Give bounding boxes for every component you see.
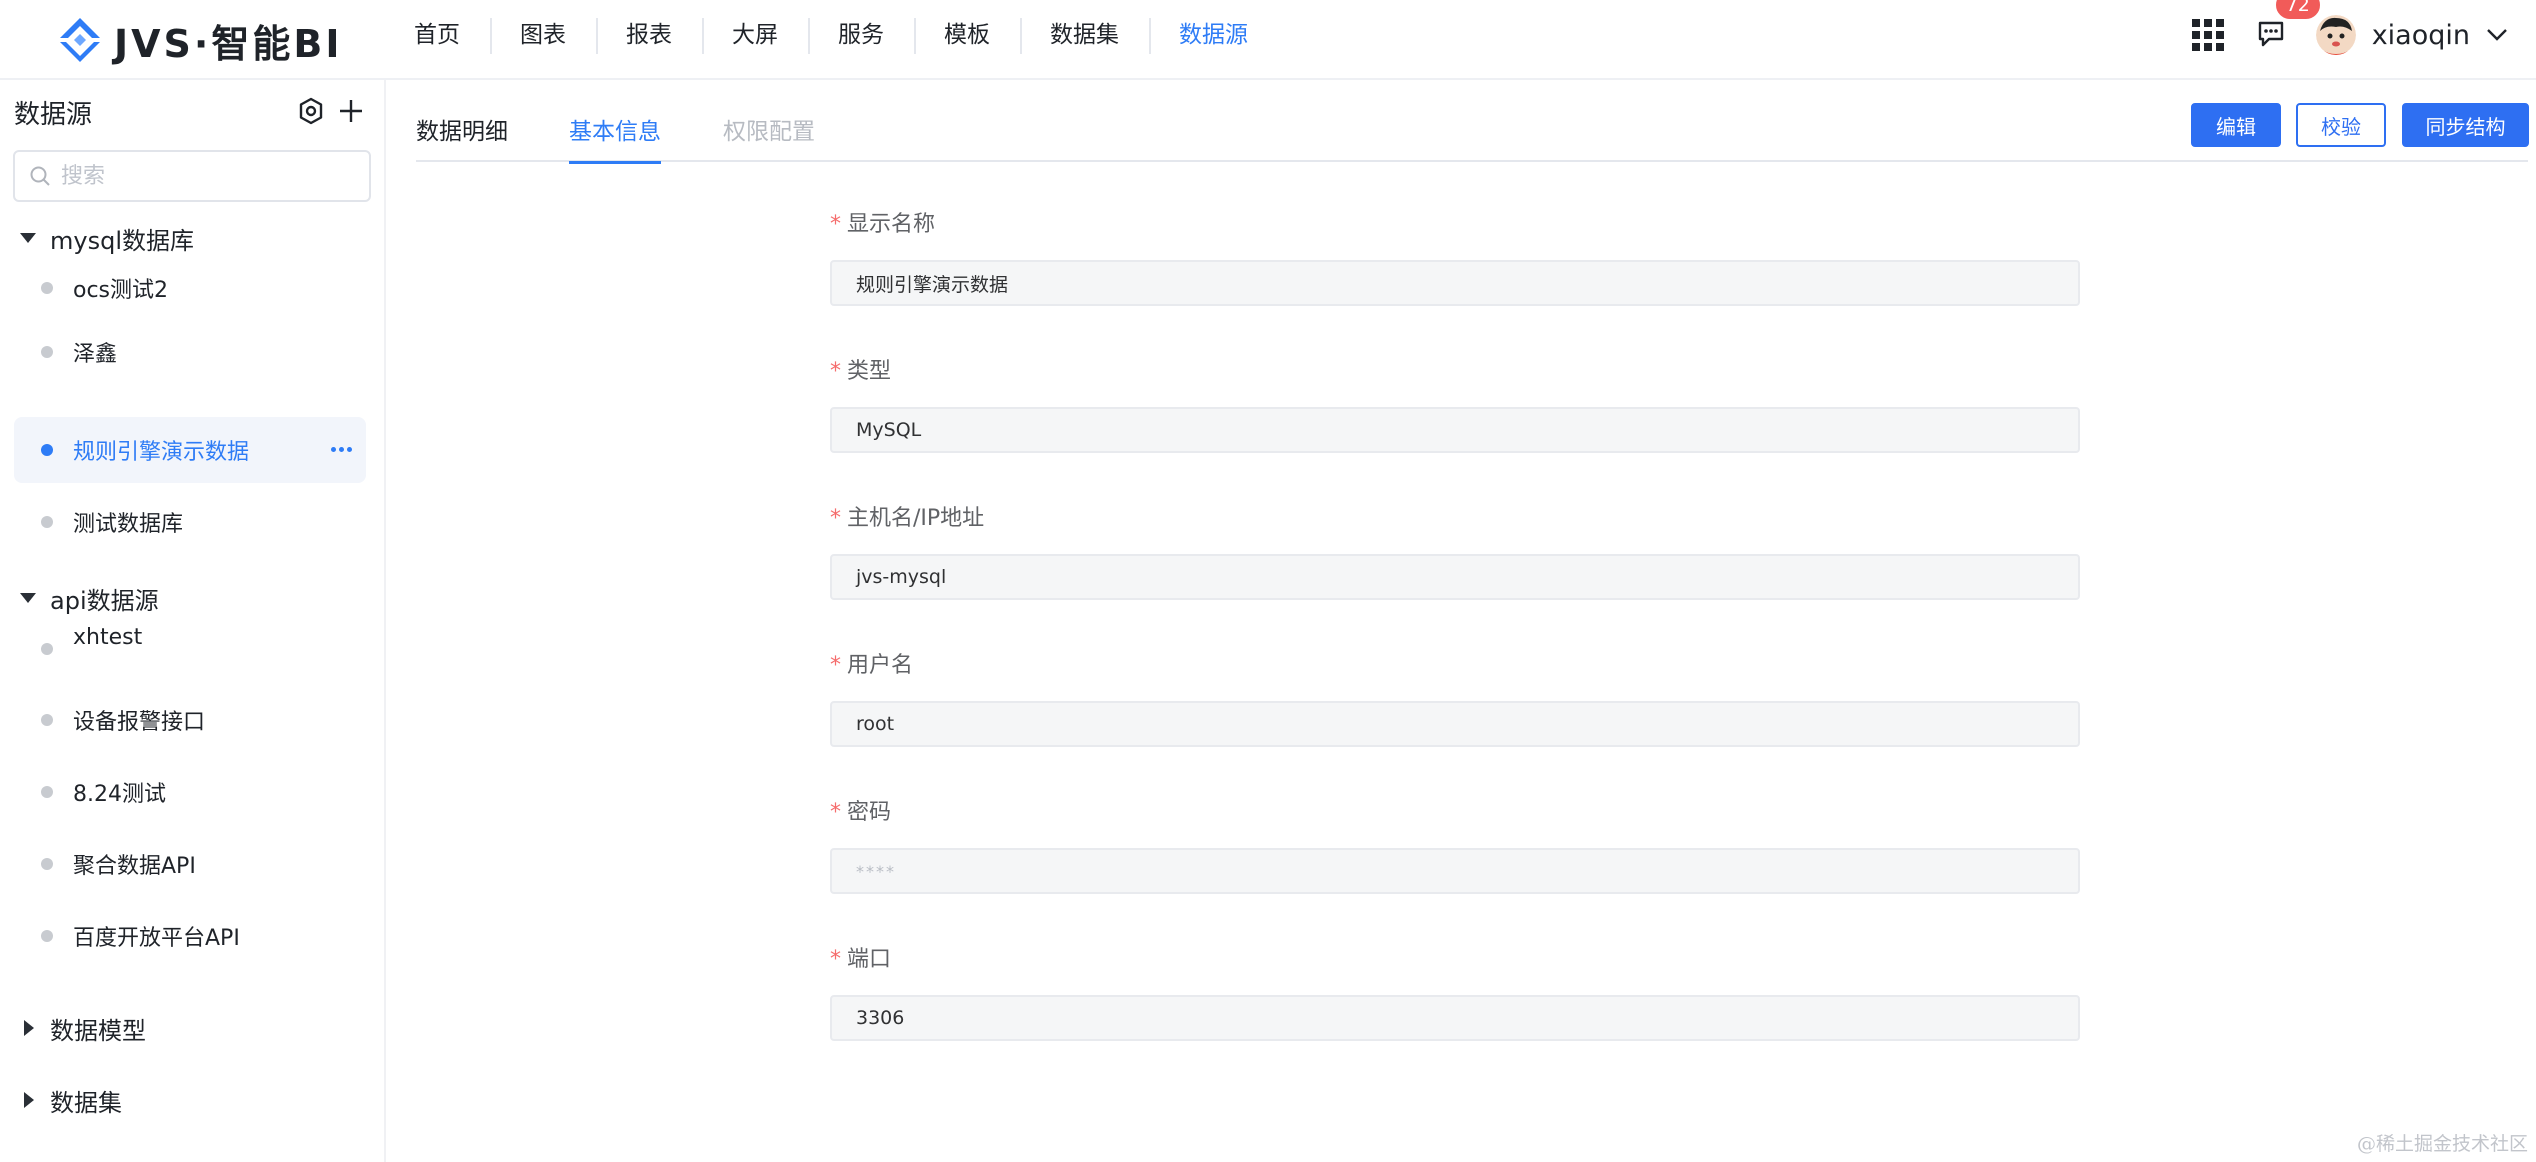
status-dot bbox=[41, 516, 53, 528]
field-label-display-name: * 显示名称 bbox=[830, 212, 936, 237]
tree-item-selected[interactable]: 规则引擎演示数据 bbox=[14, 417, 366, 483]
nav-home[interactable]: 首页 bbox=[384, 0, 490, 80]
caret-right-icon bbox=[24, 1020, 34, 1036]
nav-services[interactable]: 服务 bbox=[808, 0, 914, 80]
status-dot bbox=[41, 786, 53, 798]
caret-down-icon bbox=[20, 233, 36, 243]
field-label-port: * 端口 bbox=[830, 947, 892, 972]
nav-datasets[interactable]: 数据集 bbox=[1020, 0, 1149, 80]
tree-group-label: mysql数据库 bbox=[50, 226, 194, 255]
port-field[interactable]: 3306 bbox=[830, 995, 2080, 1041]
tree-item[interactable]: 测试数据库 bbox=[14, 489, 366, 555]
status-dot bbox=[41, 346, 53, 358]
logo[interactable]: JVS·智能BI bbox=[56, 10, 342, 70]
more-icon[interactable] bbox=[331, 447, 352, 452]
tree-item-label: 百度开放平台API bbox=[73, 926, 240, 951]
search-input[interactable] bbox=[61, 163, 351, 189]
tree-item-label: ocs测试2 bbox=[73, 278, 169, 303]
nav-reports[interactable]: 报表 bbox=[596, 0, 702, 80]
verify-button[interactable]: 校验 bbox=[2296, 103, 2386, 147]
tab-data-detail[interactable]: 数据明细 bbox=[416, 112, 508, 162]
tree-item-label: 规则引擎演示数据 bbox=[73, 440, 250, 465]
sidebar: 数据源 mysql数据库 ocs测试2 泽鑫 规则引擎演示数据 测试数据库 bbox=[0, 80, 386, 1162]
message-icon bbox=[2258, 21, 2283, 47]
apps-grid-icon[interactable] bbox=[2191, 19, 2224, 51]
tree-item[interactable]: 8.24测试 bbox=[14, 759, 366, 825]
tree-item[interactable]: 泽鑫 bbox=[14, 319, 366, 385]
field-label-host: * 主机名/IP地址 bbox=[830, 506, 985, 531]
sidebar-title: 数据源 bbox=[14, 100, 93, 130]
status-dot bbox=[41, 282, 53, 294]
search-icon bbox=[30, 166, 50, 186]
status-dot bbox=[41, 930, 53, 942]
header-tools: 72 xiaoqin bbox=[2191, 0, 2536, 70]
tree-group-label: 数据集 bbox=[50, 1088, 122, 1117]
tree-group-mysql[interactable]: mysql数据库 bbox=[0, 218, 194, 258]
edit-button[interactable]: 编辑 bbox=[2191, 103, 2281, 147]
type-field[interactable]: MySQL bbox=[830, 407, 2080, 453]
tree-group-dataset[interactable]: 数据集 bbox=[0, 1080, 122, 1120]
tree-item-label: 聚合数据API bbox=[73, 854, 196, 879]
caret-down-icon bbox=[20, 593, 36, 603]
field-label-password: * 密码 bbox=[830, 800, 892, 825]
tree-item[interactable]: 聚合数据API bbox=[14, 831, 366, 897]
username-field[interactable]: root bbox=[830, 701, 2080, 747]
nav-charts[interactable]: 图表 bbox=[490, 0, 596, 80]
watermark: @稀土掘金技术社区 bbox=[2356, 1133, 2528, 1155]
message-button[interactable]: 72 bbox=[2256, 0, 2322, 51]
tree-item-label: 设备报警接口 bbox=[73, 710, 206, 735]
sync-structure-button[interactable]: 同步结构 bbox=[2402, 103, 2529, 147]
logo-text: JVS·智能BI bbox=[114, 21, 343, 66]
tree-item-label: xhtest bbox=[73, 624, 143, 650]
tab-basic-info[interactable]: 基本信息 bbox=[569, 112, 661, 164]
gear-icon[interactable] bbox=[296, 96, 326, 126]
tree-item-label: 泽鑫 bbox=[73, 342, 118, 367]
search-box[interactable] bbox=[13, 150, 371, 202]
password-field[interactable]: **** bbox=[830, 848, 2080, 894]
tree-group-data-model[interactable]: 数据模型 bbox=[0, 1008, 146, 1048]
tree-item[interactable]: 百度开放平台API bbox=[14, 903, 366, 969]
tab-permissions: 权限配置 bbox=[723, 119, 815, 145]
display-name-field[interactable]: 规则引擎演示数据 bbox=[830, 260, 2080, 306]
username[interactable]: xiaoqin bbox=[2372, 20, 2470, 51]
top-bar: JVS·智能BI 首页 图表 报表 大屏 服务 模板 数据集 数据源 72 xi… bbox=[0, 0, 2536, 80]
main-nav: 首页 图表 报表 大屏 服务 模板 数据集 数据源 bbox=[384, 0, 1278, 80]
caret-right-icon bbox=[24, 1092, 34, 1108]
tree-item-label: 测试数据库 bbox=[73, 512, 184, 537]
tree-item[interactable]: ocs测试2 bbox=[14, 255, 366, 321]
tree-group-label: 数据模型 bbox=[50, 1016, 146, 1045]
status-dot bbox=[41, 714, 53, 726]
nav-datasources[interactable]: 数据源 bbox=[1149, 0, 1278, 80]
field-label-username: * 用户名 bbox=[830, 653, 914, 678]
avatar[interactable] bbox=[2315, 15, 2356, 55]
status-dot bbox=[41, 858, 53, 870]
field-label-type: * 类型 bbox=[830, 359, 892, 384]
tree-item[interactable]: xhtest bbox=[14, 611, 366, 677]
nav-templates[interactable]: 模板 bbox=[914, 0, 1020, 80]
notification-badge: 72 bbox=[2273, 0, 2322, 21]
nav-big-screen[interactable]: 大屏 bbox=[702, 0, 808, 80]
plus-icon[interactable] bbox=[336, 96, 366, 126]
chevron-down-icon[interactable] bbox=[2486, 28, 2508, 42]
avatar-image bbox=[2315, 15, 2356, 55]
host-field[interactable]: jvs-mysql bbox=[830, 554, 2080, 600]
status-dot bbox=[41, 643, 53, 655]
tree-item[interactable]: 设备报警接口 bbox=[14, 687, 366, 753]
status-dot bbox=[41, 444, 53, 456]
logo-icon bbox=[60, 18, 100, 62]
tree-item-label: 8.24测试 bbox=[73, 782, 166, 807]
